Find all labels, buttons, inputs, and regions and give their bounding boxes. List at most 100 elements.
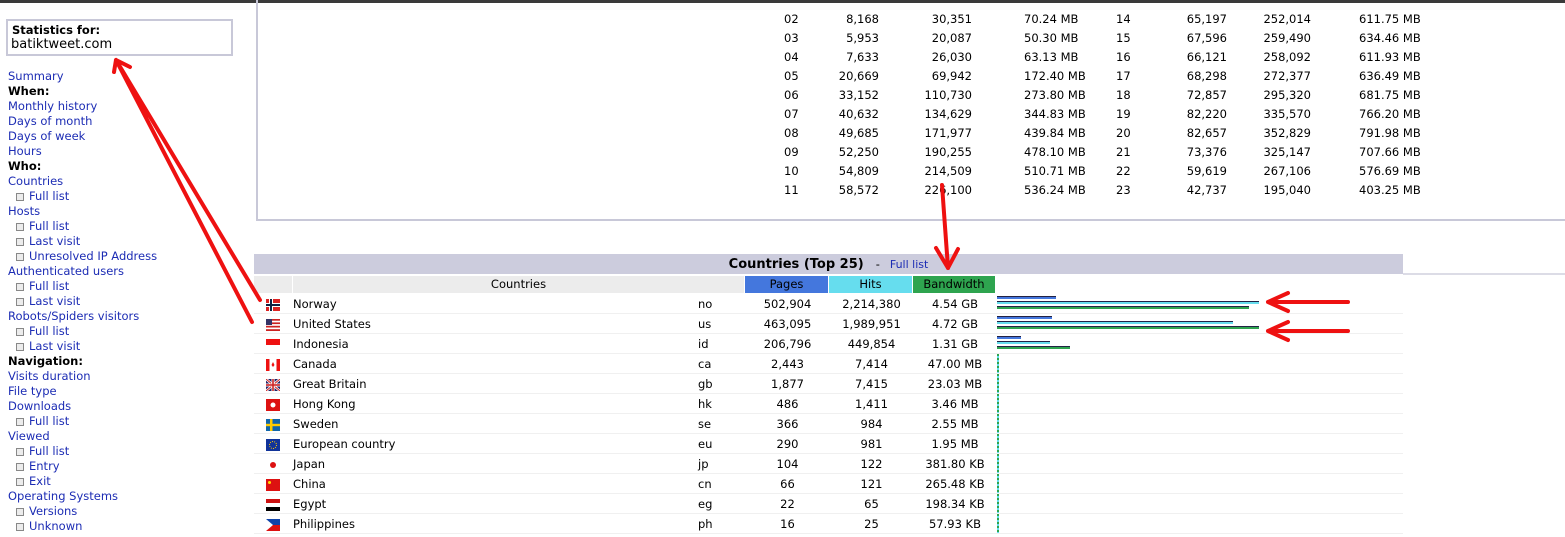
country-row: Japan jp 104 122 381.80 KB [254, 454, 1565, 474]
menu-label: Robots/Spiders visitors [8, 309, 140, 323]
bullet-icon [16, 523, 24, 531]
hours-cell-p2: 65,197 [1186, 12, 1227, 26]
menu-link-versions[interactable]: Versions [8, 504, 157, 519]
menu-link-full-list[interactable]: Full list [8, 219, 157, 234]
header-pages: Pages [745, 276, 828, 293]
menu-label: Days of month [8, 114, 93, 128]
bar-bandwidth [997, 326, 1259, 329]
menu-label: Full list [29, 324, 70, 338]
menu-link-full-list[interactable]: Full list [8, 189, 157, 204]
country-bars [997, 514, 1397, 534]
menu-link-summary[interactable]: Summary [8, 69, 157, 84]
bullet-icon [16, 328, 24, 336]
menu-link-monthly-history[interactable]: Monthly history [8, 99, 157, 114]
hours-cell-p1: 52,250 [838, 145, 879, 159]
country-pages: 2,443 [771, 357, 804, 371]
hours-cell-t2: 258,092 [1263, 50, 1311, 64]
menu-link-full-list[interactable]: Full list [8, 444, 157, 459]
menu-link-operating-systems[interactable]: Operating Systems [8, 489, 157, 504]
hours-cell-p2: 68,298 [1186, 69, 1227, 83]
country-pages: 66 [780, 477, 795, 491]
hours-row: 03 5,953 20,087 50.30 MB 15 67,596 259,490 634.… [254, 29, 1554, 48]
hours-cell-h1: 08 [784, 126, 799, 140]
country-pages: 16 [780, 517, 795, 531]
menu-link-downloads[interactable]: Downloads [8, 399, 157, 414]
hours-row: 10 54,809 214,509 510.71 MB 22 59,619 267,106 5… [254, 162, 1554, 181]
bar-hits [997, 321, 1233, 324]
country-name: China [293, 477, 326, 491]
hours-cell-b1: 344.83 MB [1024, 107, 1086, 121]
menu-link-full-list[interactable]: Full list [8, 279, 157, 294]
hours-cell-t1: 20,087 [931, 31, 972, 45]
country-code: us [698, 317, 712, 331]
hours-row: 11 58,572 226,100 536.24 MB 23 42,737 195,040 4… [254, 181, 1554, 200]
header-countries: Countries [293, 276, 744, 293]
menu-link-visits-duration[interactable]: Visits duration [8, 369, 157, 384]
menu-link-last-visit[interactable]: Last visit [8, 294, 157, 309]
hongkong-flag-icon [266, 397, 280, 411]
country-code: se [698, 417, 712, 431]
menu-label: Last visit [29, 339, 81, 353]
bar-minimal [997, 474, 999, 494]
menu-link-last-visit[interactable]: Last visit [8, 339, 157, 354]
menu-link-exit[interactable]: Exit [8, 474, 157, 489]
hours-cell-h2: 15 [1116, 31, 1131, 45]
country-hits: 25 [864, 517, 879, 531]
menu-label: Monthly history [8, 99, 98, 113]
menu-link-full-list[interactable]: Full list [8, 414, 157, 429]
menu-link-full-list[interactable]: Full list [8, 324, 157, 339]
egypt-flag-icon [266, 497, 280, 511]
country-pages: 22 [780, 497, 795, 511]
menu-label: Days of week [8, 129, 86, 143]
country-name: Great Britain [293, 377, 367, 391]
country-row: Norway no 502,904 2,214,380 4.54 GB [254, 294, 1565, 314]
menu-label: File type [8, 384, 57, 398]
bullet-icon [16, 343, 24, 351]
country-row: Sweden se 366 984 2.55 MB [254, 414, 1565, 434]
country-bars [997, 394, 1397, 414]
hours-cell-p2: 67,596 [1186, 31, 1227, 45]
menu-label: Unresolved IP Address [29, 249, 158, 263]
hours-cell-p2: 73,376 [1186, 145, 1227, 159]
menu-link-last-visit[interactable]: Last visit [8, 234, 157, 249]
countries-full-list-link[interactable]: Full list [890, 258, 928, 271]
hours-table: 02 8,168 30,351 70.24 MB 14 65,197 252,014 611.… [254, 10, 1554, 200]
menu-link-hosts[interactable]: Hosts [8, 204, 157, 219]
country-code: jp [698, 457, 709, 471]
country-hits: 449,854 [847, 337, 896, 351]
hours-cell-t2: 267,106 [1263, 164, 1311, 178]
country-bars [997, 294, 1397, 314]
hours-cell-p2: 42,737 [1186, 183, 1227, 197]
menu-link-file-type[interactable]: File type [8, 384, 157, 399]
menu-link-unresolved-ip-address[interactable]: Unresolved IP Address [8, 249, 157, 264]
menu-link-robots-spiders-visitors[interactable]: Robots/Spiders visitors [8, 309, 157, 324]
bar-minimal [997, 354, 999, 374]
menu-label: Exit [29, 474, 51, 488]
hours-cell-p1: 20,669 [838, 69, 879, 83]
norway-flag-icon [266, 297, 280, 311]
menu-link-viewed[interactable]: Viewed [8, 429, 157, 444]
philippines-flag-icon [266, 517, 280, 531]
menu-link-countries[interactable]: Countries [8, 174, 157, 189]
country-bars [997, 374, 1397, 394]
menu-link-authenticated-users[interactable]: Authenticated users [8, 264, 157, 279]
country-pages: 1,877 [771, 377, 804, 391]
hours-cell-h2: 16 [1116, 50, 1131, 64]
country-row: Egypt eg 22 65 198.34 KB [254, 494, 1565, 514]
hours-cell-h1: 10 [784, 164, 799, 178]
country-row: United States us 463,095 1,989,951 4.72 GB [254, 314, 1565, 334]
menu-link-days-of-month[interactable]: Days of month [8, 114, 157, 129]
bar-minimal [997, 494, 999, 514]
bar-bandwidth [997, 306, 1250, 309]
menu-heading-when: When: [8, 84, 157, 99]
country-hits: 7,415 [855, 377, 888, 391]
bar-pages [997, 296, 1057, 299]
country-bandwidth: 1.31 GB [931, 337, 979, 351]
bar-pages [997, 316, 1052, 319]
hours-cell-t2: 252,014 [1263, 12, 1311, 26]
menu-link-hours[interactable]: Hours [8, 144, 157, 159]
menu-label: When: [8, 84, 50, 98]
site-name: batiktweet.com [11, 37, 113, 52]
menu-link-days-of-week[interactable]: Days of week [8, 129, 157, 144]
menu-link-entry[interactable]: Entry [8, 459, 157, 474]
